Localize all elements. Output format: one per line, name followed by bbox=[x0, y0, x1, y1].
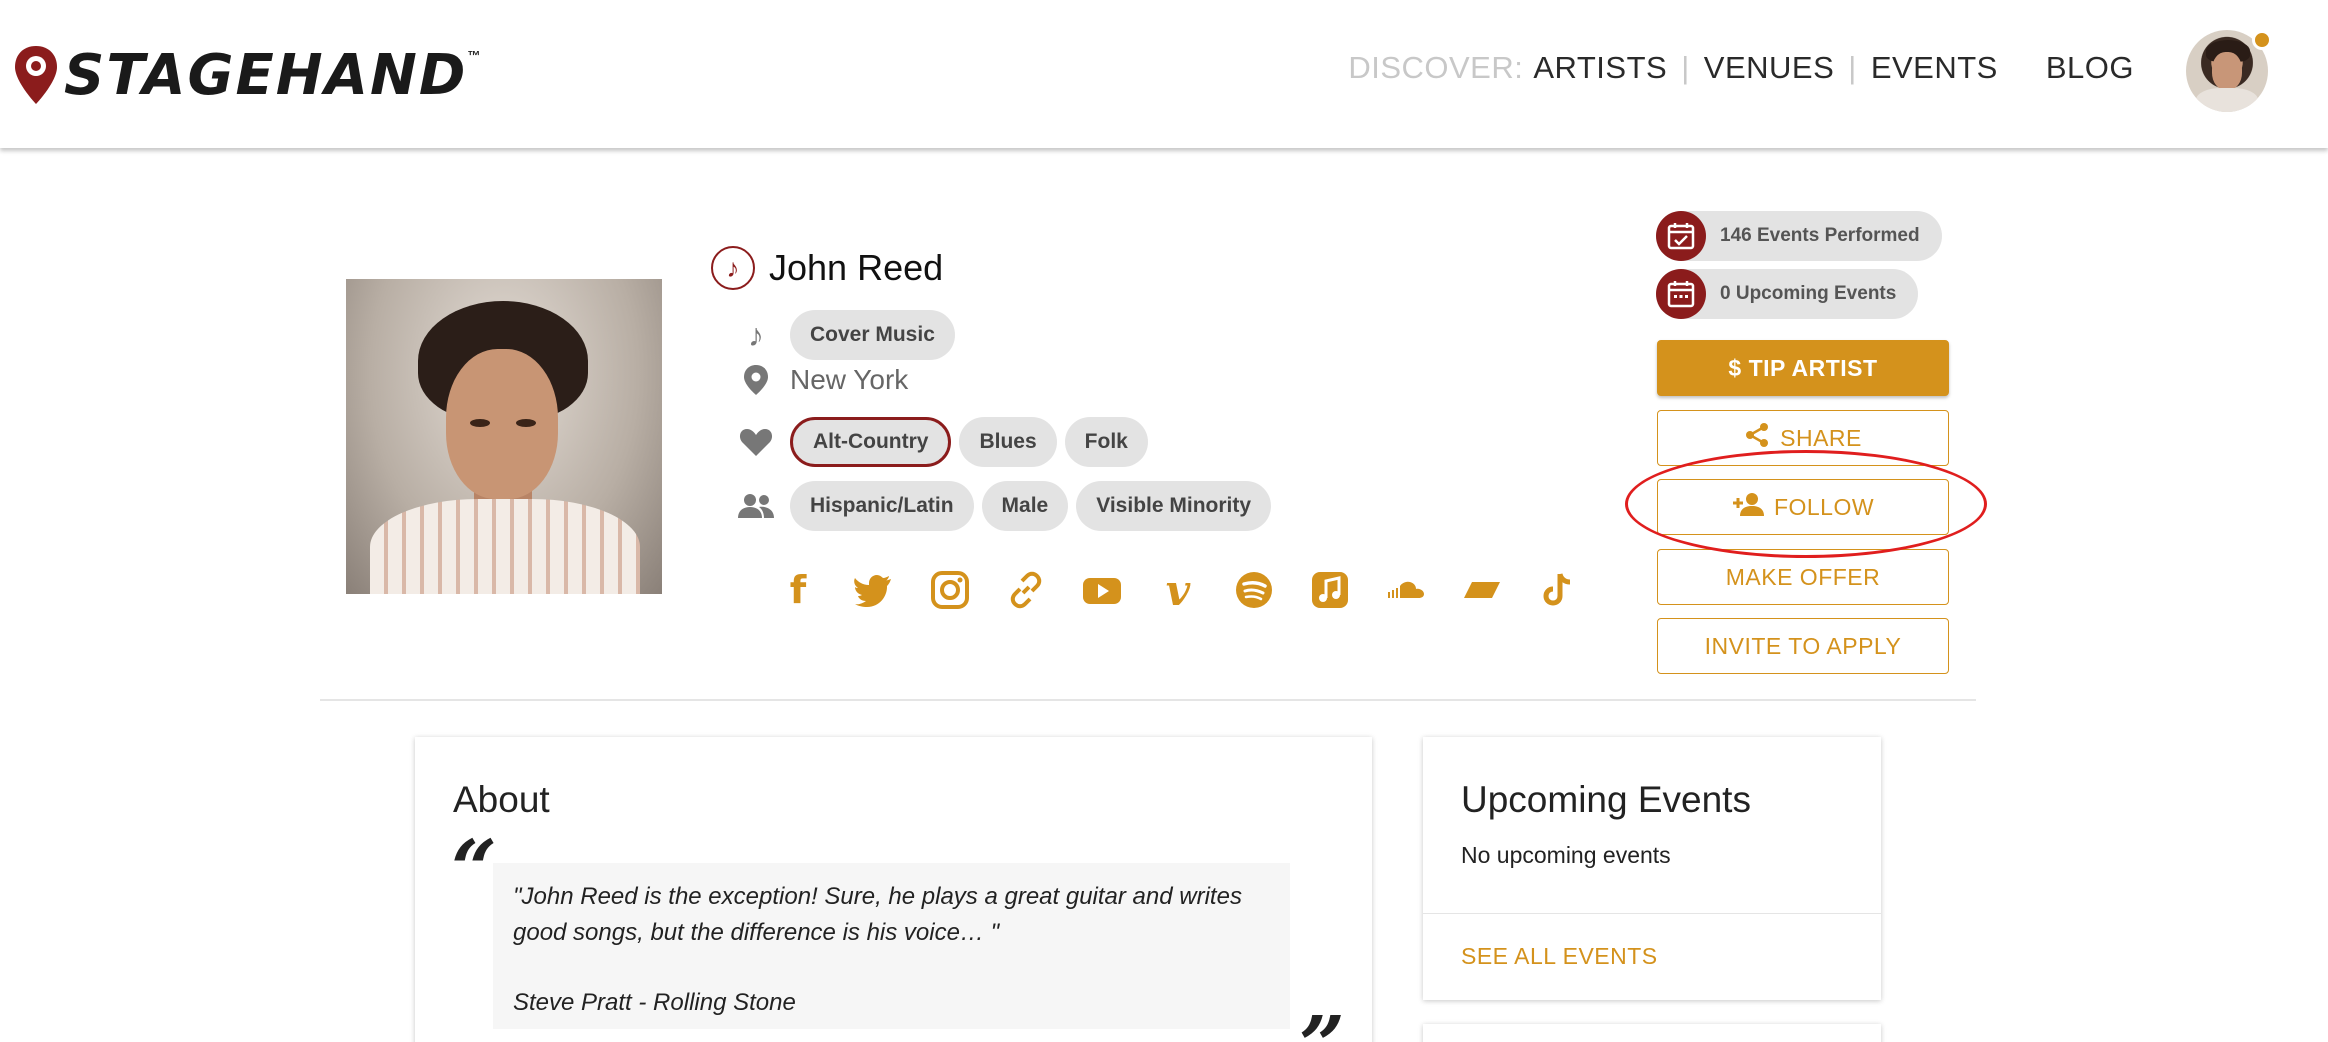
identities-row: Hispanic/Latin Male Visible Minority bbox=[736, 481, 1279, 531]
share-label: SHARE bbox=[1780, 424, 1862, 451]
share-icon bbox=[1744, 422, 1770, 455]
quote-author: Steve Pratt - Rolling Stone bbox=[513, 989, 796, 1016]
genre-chip-folk[interactable]: Folk bbox=[1064, 417, 1148, 467]
social-links: f v bbox=[760, 565, 1596, 615]
apple-music-icon[interactable] bbox=[1292, 565, 1368, 615]
calendar-icon bbox=[1656, 269, 1706, 319]
genres-row: Alt-Country Blues Folk bbox=[736, 417, 1156, 467]
events-performed-label: 146 Events Performed bbox=[1720, 225, 1920, 246]
add-person-icon bbox=[1732, 492, 1764, 523]
follow-label: FOLLOW bbox=[1773, 493, 1875, 520]
nav-events-link[interactable]: EVENTS bbox=[1871, 50, 1998, 86]
music-note-icon: ♪ bbox=[748, 316, 764, 353]
no-events-text: No upcoming events bbox=[1461, 842, 1671, 868]
upcoming-events-card: Upcoming Events No upcoming events SEE A… bbox=[1423, 737, 1881, 1000]
open-quote-mark: “ bbox=[451, 822, 498, 916]
vimeo-icon[interactable]: v bbox=[1140, 565, 1216, 615]
genre-chip-blues[interactable]: Blues bbox=[959, 417, 1057, 467]
location-row: New York bbox=[736, 364, 908, 396]
invite-to-apply-button[interactable]: INVITE TO APPLY bbox=[1657, 618, 1949, 674]
tip-artist-button[interactable]: $ TIP ARTIST bbox=[1657, 340, 1949, 396]
twitter-icon[interactable] bbox=[836, 565, 912, 615]
close-quote-mark: ” bbox=[1299, 1005, 1345, 1042]
see-all-events-link[interactable]: SEE ALL EVENTS bbox=[1461, 943, 1658, 970]
upcoming-events-title: Upcoming Events bbox=[1461, 779, 1751, 820]
tiktok-icon[interactable] bbox=[1520, 565, 1596, 615]
category-row: ♪ Cover Music bbox=[736, 310, 963, 360]
about-card: About “ "John Reed is the exception! Sur… bbox=[415, 737, 1372, 1042]
location-pin-icon bbox=[736, 364, 776, 396]
heart-icon bbox=[736, 427, 776, 457]
nav-artists-link[interactable]: ARTISTS bbox=[1533, 50, 1667, 86]
trademark-mark: ™ bbox=[467, 48, 481, 63]
tip-artist-label: $ TIP ARTIST bbox=[1728, 354, 1878, 381]
identity-chip-male[interactable]: Male bbox=[981, 481, 1069, 531]
instagram-icon[interactable] bbox=[912, 565, 988, 615]
nav-blog-link[interactable]: BLOG bbox=[2046, 50, 2134, 86]
genre-chip-alt-country[interactable]: Alt-Country bbox=[790, 417, 952, 467]
location-text: New York bbox=[790, 364, 909, 395]
identity-chip-hispanic-latin[interactable]: Hispanic/Latin bbox=[790, 481, 974, 531]
nav-separator: | bbox=[1681, 50, 1690, 85]
about-title: About bbox=[453, 779, 550, 820]
stagehand-logo[interactable]: STAGEHAND ™ bbox=[12, 40, 480, 110]
music-note-icon: ♪ bbox=[711, 246, 755, 290]
soundcloud-icon[interactable] bbox=[1368, 565, 1444, 615]
next-card bbox=[1423, 1024, 1881, 1042]
press-quote: "John Reed is the exception! Sure, he pl… bbox=[493, 863, 1290, 1029]
events-performed-stat: 146 Events Performed bbox=[1656, 211, 1942, 261]
identity-chip-visible-minority[interactable]: Visible Minority bbox=[1076, 481, 1272, 531]
notification-dot bbox=[2252, 30, 2272, 50]
category-chip[interactable]: Cover Music bbox=[790, 310, 955, 360]
upcoming-events-label: 0 Upcoming Events bbox=[1720, 283, 1897, 304]
map-pin-logo-icon bbox=[15, 46, 57, 104]
youtube-icon[interactable] bbox=[1064, 565, 1140, 615]
nav-separator: | bbox=[1848, 50, 1857, 85]
upcoming-events-stat: 0 Upcoming Events bbox=[1656, 269, 1919, 319]
people-icon bbox=[736, 493, 776, 519]
follow-button[interactable]: FOLLOW bbox=[1657, 479, 1949, 535]
top-header: STAGEHAND ™ DISCOVER: ARTISTS | VENUES |… bbox=[0, 0, 2328, 148]
make-offer-button[interactable]: MAKE OFFER bbox=[1657, 549, 1949, 605]
artist-photo bbox=[346, 279, 662, 594]
facebook-icon[interactable]: f bbox=[760, 565, 836, 615]
card-divider bbox=[1423, 913, 1881, 914]
artist-name: John Reed bbox=[769, 247, 944, 288]
share-button[interactable]: SHARE bbox=[1657, 410, 1949, 466]
section-divider bbox=[320, 699, 1976, 701]
artist-name-row: ♪ John Reed bbox=[711, 246, 943, 290]
spotify-icon[interactable] bbox=[1216, 565, 1292, 615]
main-nav: DISCOVER: ARTISTS | VENUES | EVENTS BLOG bbox=[1348, 50, 2134, 86]
make-offer-label: MAKE OFFER bbox=[1725, 563, 1881, 590]
bandcamp-icon[interactable] bbox=[1444, 565, 1520, 615]
nav-venues-link[interactable]: VENUES bbox=[1704, 50, 1834, 86]
link-icon[interactable] bbox=[988, 565, 1064, 615]
calendar-check-icon bbox=[1656, 211, 1706, 261]
invite-to-apply-label: INVITE TO APPLY bbox=[1704, 632, 1902, 659]
discover-label: DISCOVER: bbox=[1348, 50, 1524, 85]
quote-text: "John Reed is the exception! Sure, he pl… bbox=[513, 883, 1242, 946]
logo-wordmark: STAGEHAND bbox=[64, 42, 468, 108]
